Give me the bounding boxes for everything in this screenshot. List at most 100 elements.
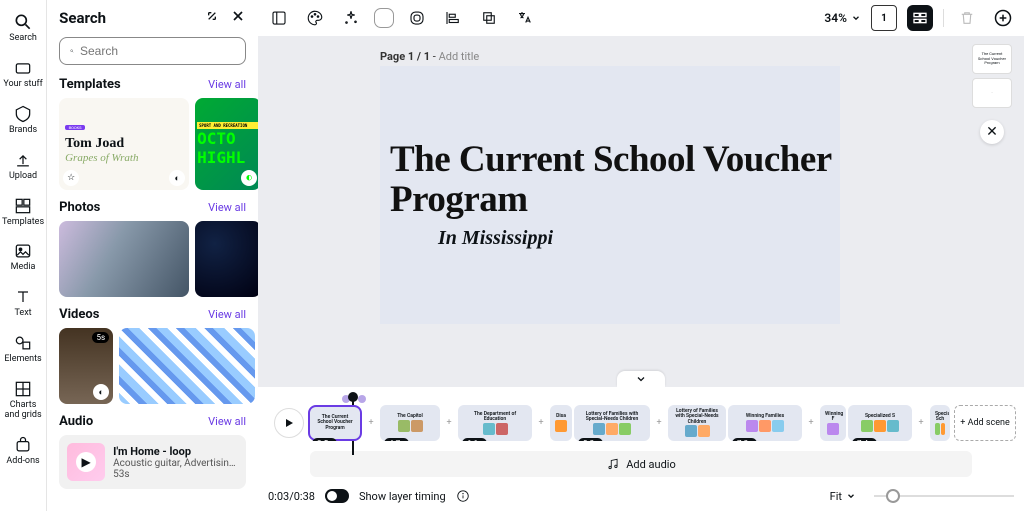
template2-line1: OCTO <box>197 129 258 148</box>
add-scene-button[interactable]: + Add scene <box>954 405 1016 441</box>
canvas[interactable]: Page 1 / 1 - Add title The Current Schoo… <box>258 36 1024 387</box>
rounded-rect-fill-icon[interactable] <box>404 5 430 31</box>
templates-view-all[interactable]: View all <box>208 78 246 91</box>
rail-addons[interactable]: Add-ons <box>4 429 41 473</box>
arrange-icon[interactable] <box>907 5 933 31</box>
play-icon[interactable]: ▶ <box>76 452 96 472</box>
add-between-icon[interactable]: + <box>444 418 454 428</box>
brand-icon <box>13 104 33 124</box>
chevron-down-icon <box>851 13 861 23</box>
videos-view-all[interactable]: View all <box>208 308 246 321</box>
slide-thumbnail[interactable]: The Current School Voucher Program <box>972 44 1012 74</box>
rail-label: Search <box>9 34 37 44</box>
main-area: 34% 1 Page 1 / 1 - Add title The Current… <box>258 0 1024 511</box>
search-input[interactable] <box>80 44 235 58</box>
add-between-icon[interactable]: + <box>806 418 816 428</box>
scene-clip[interactable]: The Capitol <box>380 405 440 441</box>
add-page-icon[interactable] <box>990 5 1016 31</box>
rail-label: Media <box>11 263 36 273</box>
scene-clip[interactable]: Lottery of Families with Special-Needs C… <box>668 405 726 441</box>
rail-media[interactable]: Media <box>9 235 38 279</box>
panel-title: Search <box>59 9 106 27</box>
close-thumbnails-button[interactable]: ✕ <box>980 120 1004 144</box>
rail-text[interactable]: Text <box>11 281 35 325</box>
add-between-icon[interactable]: + <box>916 418 926 428</box>
left-rail: Search Your stuff Brands Upload Template… <box>0 0 47 511</box>
scene-clip[interactable]: Disa <box>550 405 572 441</box>
zoom-slider-thumb[interactable] <box>886 489 900 503</box>
rail-label: Text <box>14 309 31 319</box>
scene-clip[interactable]: Winning F <box>820 405 846 441</box>
info-icon[interactable] <box>456 489 470 503</box>
duplicate-icon[interactable] <box>476 5 502 31</box>
page-label-prefix: Page 1 / 1 <box>380 50 430 63</box>
scene-duration: 6.1s <box>462 438 487 441</box>
add-between-icon[interactable]: + <box>654 418 664 428</box>
search-panel: Search Templates View all BOOKS Tom Joad… <box>47 0 258 511</box>
slide[interactable]: The Current School Voucher Program In Mi… <box>380 66 840 324</box>
trash-icon[interactable] <box>954 5 980 31</box>
canvas-toolbar: 34% 1 <box>258 0 1024 36</box>
search-bar[interactable] <box>59 37 246 65</box>
scene-duration: 4.7s <box>384 438 409 441</box>
search-icon <box>13 12 33 32</box>
expand-icon[interactable] <box>204 8 220 27</box>
palette-icon[interactable] <box>302 5 328 31</box>
template-line1: Tom Joad <box>65 136 183 152</box>
align-icon[interactable] <box>440 5 466 31</box>
rail-search[interactable]: Search <box>7 6 39 50</box>
video-thumb[interactable] <box>119 328 255 404</box>
add-audio-button[interactable]: Add audio <box>310 451 972 477</box>
layer-timing-toggle[interactable] <box>325 489 349 503</box>
music-icon <box>606 457 620 471</box>
template-thumb[interactable]: SPORT AND RECREATION OCTO HIGHL ◐ <box>195 98 258 190</box>
page-number-icon[interactable]: 1 <box>871 5 897 31</box>
audio-item[interactable]: ▶ I'm Home - loop Acoustic guitar, Adver… <box>59 435 246 489</box>
add-between-icon[interactable]: + <box>366 418 376 428</box>
audio-track-sub: Acoustic guitar, Advertising, Bass, Bell… <box>113 458 238 469</box>
video-thumb[interactable]: 5s ◐ <box>59 328 113 404</box>
play-button[interactable] <box>274 408 304 438</box>
scene-clip[interactable]: Specialized S <box>848 405 912 441</box>
audio-track-duration: 53s <box>113 469 238 480</box>
audio-artwork: ▶ <box>67 443 105 481</box>
page-label[interactable]: Page 1 / 1 - Add title <box>380 50 479 63</box>
slide-title[interactable]: The Current School Voucher Program <box>390 140 840 220</box>
photo-thumb[interactable] <box>195 221 258 297</box>
zoom-select[interactable]: 34% <box>824 11 861 25</box>
rail-brands[interactable]: Brands <box>7 98 39 142</box>
audio-title: Audio <box>59 414 93 429</box>
rail-charts[interactable]: Charts and grids <box>0 373 46 427</box>
audio-view-all[interactable]: View all <box>208 415 246 428</box>
photos-view-all[interactable]: View all <box>208 201 246 214</box>
chevron-down-icon <box>846 491 856 501</box>
scene-clip[interactable]: The Current School Voucher Program <box>308 405 362 441</box>
rail-templates[interactable]: Templates <box>0 190 46 234</box>
add-between-icon[interactable]: + <box>536 418 546 428</box>
translate-icon[interactable] <box>512 5 538 31</box>
scene-clip[interactable]: Lottery of Families with Special-Needs C… <box>574 405 650 441</box>
scene-clip[interactable]: The Department of Education <box>458 405 532 441</box>
sparkle-icon[interactable] <box>338 5 364 31</box>
video-duration-badge: 5s <box>92 332 109 343</box>
search-icon <box>70 44 74 58</box>
scene-clip[interactable]: Winning Families <box>728 405 802 441</box>
slide-thumbnail[interactable]: • <box>972 78 1012 108</box>
layer-timing-label: Show layer timing <box>359 490 446 503</box>
layout-icon[interactable] <box>266 5 292 31</box>
rail-your-stuff[interactable]: Your stuff <box>1 52 44 96</box>
slide-thumbnail-strip: The Current School Voucher Program • ✕ <box>972 44 1012 144</box>
photo-thumb[interactable] <box>59 221 189 297</box>
scene-clip[interactable]: Specialized Sch <box>930 405 950 441</box>
close-icon[interactable] <box>230 8 246 27</box>
rail-label: Charts and grids <box>2 401 44 421</box>
rail-elements[interactable]: Elements <box>2 327 43 371</box>
rounded-rect-outline-icon[interactable] <box>374 8 394 28</box>
fit-select[interactable]: Fit <box>830 490 856 503</box>
slide-subtitle[interactable]: In Mississippi <box>390 227 840 250</box>
rail-upload[interactable]: Upload <box>7 144 39 188</box>
template-thumb[interactable]: BOOKS Tom Joad Grapes of Wrath ☆◐ <box>59 98 189 190</box>
expand-timeline-handle[interactable] <box>617 371 665 387</box>
rail-label: Upload <box>9 172 37 182</box>
zoom-slider[interactable] <box>874 495 1014 497</box>
